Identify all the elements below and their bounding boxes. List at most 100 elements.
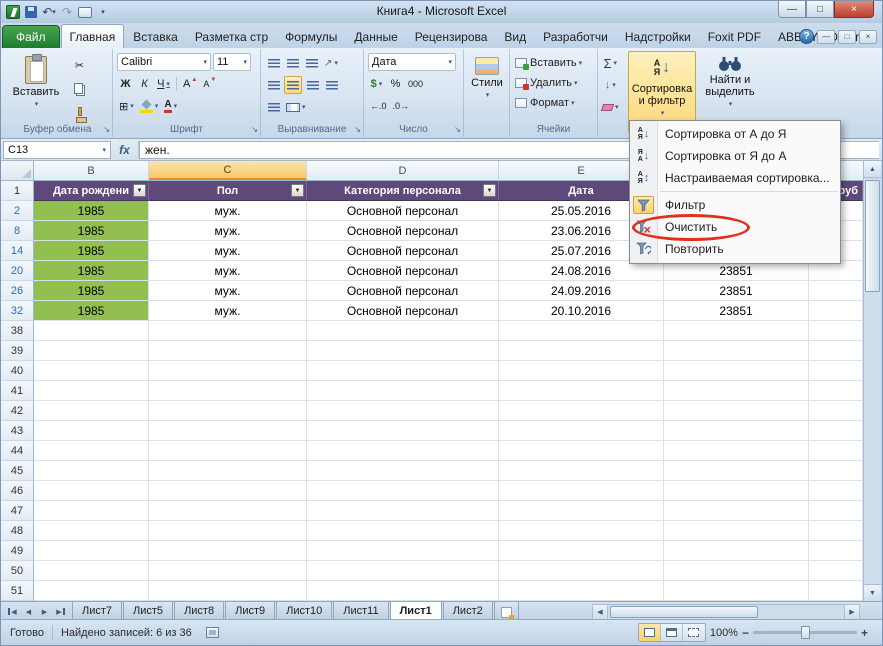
- cell[interactable]: [664, 401, 809, 421]
- percent-format-button[interactable]: %: [387, 75, 404, 93]
- cell[interactable]: [499, 461, 664, 481]
- format-cells-button[interactable]: Формат ▾: [513, 94, 594, 112]
- grow-font-button[interactable]: А ▲: [181, 75, 199, 93]
- align-left-button[interactable]: [265, 76, 282, 94]
- normal-view-button[interactable]: [638, 624, 661, 641]
- cell[interactable]: [34, 401, 149, 421]
- dialog-launcher-icon[interactable]: ↘: [103, 126, 110, 134]
- align-bottom-button[interactable]: [303, 54, 320, 72]
- cell[interactable]: [307, 481, 499, 501]
- tab-insert[interactable]: Вставка: [125, 27, 186, 48]
- scroll-left-button[interactable]: ◀: [592, 603, 608, 620]
- cell[interactable]: [34, 441, 149, 461]
- column-header-b[interactable]: B: [34, 161, 149, 180]
- borders-button[interactable]: ⊞ ▾: [117, 97, 136, 115]
- cell[interactable]: [664, 461, 809, 481]
- wrap-text-button[interactable]: [265, 98, 282, 116]
- orientation-button[interactable]: ↗ ▾: [322, 54, 340, 72]
- cell[interactable]: [34, 381, 149, 401]
- cell[interactable]: [809, 401, 863, 421]
- filter-dropdown-button[interactable]: ▼: [133, 184, 146, 197]
- close-button[interactable]: ×: [834, 1, 874, 18]
- cell[interactable]: [34, 521, 149, 541]
- save-button[interactable]: [24, 4, 38, 21]
- align-right-button[interactable]: [304, 76, 321, 94]
- cell-salary[interactable]: 23851: [664, 261, 809, 281]
- dialog-launcher-icon[interactable]: ↘: [354, 126, 361, 134]
- cell[interactable]: [499, 521, 664, 541]
- cell[interactable]: [499, 481, 664, 501]
- cell-birth-year[interactable]: 1985: [34, 281, 149, 301]
- clear-button[interactable]: ▾: [600, 98, 621, 116]
- cell-gender[interactable]: муж.: [149, 261, 307, 281]
- cell[interactable]: [664, 541, 809, 561]
- cell-birth-year[interactable]: 1985: [34, 261, 149, 281]
- calculator-button[interactable]: [78, 4, 92, 21]
- autosum-button[interactable]: Σ ▾: [600, 54, 621, 72]
- horizontal-scroll-track[interactable]: [608, 603, 844, 620]
- last-sheet-button[interactable]: ▶: [53, 604, 68, 619]
- cell[interactable]: [664, 561, 809, 581]
- cell[interactable]: [307, 361, 499, 381]
- merge-center-button[interactable]: ▾: [284, 98, 308, 116]
- cell[interactable]: [809, 561, 863, 581]
- cell-salary[interactable]: 23851: [664, 281, 809, 301]
- macro-record-icon[interactable]: [205, 627, 219, 638]
- zoom-slider-thumb[interactable]: [800, 626, 810, 639]
- maximize-button[interactable]: □: [806, 1, 834, 18]
- vertical-scrollbar[interactable]: ▲ ▼: [863, 161, 881, 601]
- cell[interactable]: [499, 421, 664, 441]
- cell[interactable]: [307, 421, 499, 441]
- cell[interactable]: [499, 321, 664, 341]
- cell[interactable]: [499, 341, 664, 361]
- header-cell-gender[interactable]: Пол ▼: [149, 181, 307, 201]
- align-top-button[interactable]: [265, 54, 282, 72]
- scroll-up-button[interactable]: ▲: [864, 161, 881, 178]
- workbook-close-button[interactable]: ×: [859, 29, 877, 44]
- cell[interactable]: [34, 321, 149, 341]
- copy-button[interactable]: [71, 79, 88, 97]
- delete-cells-button[interactable]: Удалить ▾: [513, 74, 594, 92]
- cell[interactable]: [149, 381, 307, 401]
- dialog-launcher-icon[interactable]: ↘: [454, 126, 461, 134]
- cell-salary[interactable]: 23851: [664, 301, 809, 321]
- cell[interactable]: [809, 381, 863, 401]
- cell[interactable]: [34, 481, 149, 501]
- shrink-font-button[interactable]: А ▼: [201, 75, 218, 93]
- menu-item-sort-za[interactable]: Я А ↓ Сортировка от Я до А: [630, 145, 840, 167]
- name-box[interactable]: C13 ▾: [3, 140, 111, 159]
- row-header[interactable]: 32: [1, 301, 34, 321]
- cell-gender[interactable]: муж.: [149, 201, 307, 221]
- align-center-button[interactable]: [284, 76, 302, 94]
- page-layout-view-button[interactable]: [660, 624, 683, 641]
- decrease-indent-button[interactable]: [323, 76, 340, 94]
- cell[interactable]: [809, 421, 863, 441]
- cell-category[interactable]: Основной персонал: [307, 201, 499, 221]
- cell[interactable]: [809, 361, 863, 381]
- cell[interactable]: [307, 401, 499, 421]
- bold-button[interactable]: Ж: [117, 75, 134, 93]
- cell[interactable]: [34, 341, 149, 361]
- cell[interactable]: [809, 501, 863, 521]
- tab-page-layout[interactable]: Разметка стр: [187, 27, 276, 48]
- menu-item-filter[interactable]: Фильтр: [630, 194, 840, 216]
- cell-date[interactable]: 24.09.2016: [499, 281, 664, 301]
- workbook-minimize-button[interactable]: —: [817, 29, 835, 44]
- row-header[interactable]: 26: [1, 281, 34, 301]
- cell[interactable]: [499, 381, 664, 401]
- format-painter-button[interactable]: [71, 102, 88, 123]
- find-select-button[interactable]: Найти и выделить ▾: [698, 51, 762, 109]
- menu-item-clear[interactable]: Очистить: [630, 216, 840, 238]
- cell[interactable]: [34, 421, 149, 441]
- cell[interactable]: [809, 321, 863, 341]
- cell-birth-year[interactable]: 1985: [34, 201, 149, 221]
- cell[interactable]: [149, 341, 307, 361]
- underline-button[interactable]: Ч ▾: [155, 75, 172, 93]
- menu-item-reapply[interactable]: Повторить: [630, 238, 840, 260]
- cell[interactable]: [149, 461, 307, 481]
- cell[interactable]: [34, 581, 149, 601]
- vertical-scroll-thumb[interactable]: [865, 180, 880, 292]
- row-header[interactable]: 14: [1, 241, 34, 261]
- paste-button[interactable]: Вставить ▾: [7, 51, 65, 109]
- cell[interactable]: [149, 481, 307, 501]
